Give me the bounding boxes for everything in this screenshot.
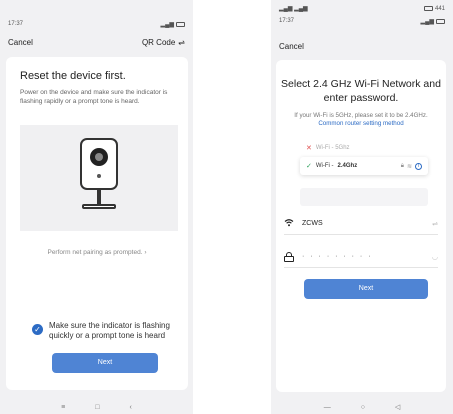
wifi-card: Select 2.4 GHz Wi-Fi Network and enter p… — [276, 60, 446, 392]
signal-icon: ▂▄▆ — [160, 22, 174, 28]
wifi-5g-row: ✕ Wi-Fi - 5Ghz — [306, 144, 350, 152]
camera-illustration — [20, 125, 178, 231]
wifi-description: If your Wi-Fi is 5GHz, please set it to … — [294, 112, 428, 127]
wifi-icon — [284, 218, 294, 229]
status-bar: 17:37 ▂▄▆ — [271, 18, 453, 25]
reset-description: Power on the device and make sure the in… — [20, 89, 168, 105]
hide-password-icon[interactable]: ◡ — [432, 253, 438, 261]
nav-bar: Cancel QR Code ⇌ — [0, 38, 193, 47]
wifi-name-input[interactable]: ZCWS — [302, 220, 323, 227]
system-nav-bar: — ○ ◁ — [271, 400, 453, 414]
battery-icon — [436, 19, 445, 24]
menu-icon[interactable]: ≡ — [61, 404, 65, 411]
info-icon: i — [415, 162, 422, 170]
battery-icon — [423, 6, 433, 11]
status-time: 17:37 — [8, 21, 24, 27]
signal-icon: ▂▄▆ ▂▄▆ — [279, 6, 308, 12]
status-top-right: 441 — [434, 5, 445, 12]
qr-code-mode-button[interactable]: QR Code ⇌ — [142, 38, 185, 47]
camera-icon — [80, 138, 118, 190]
page-title: Select 2.4 GHz Wi-Fi Network and enter p… — [281, 78, 441, 104]
password-input[interactable]: · · · · · · · · · — [302, 253, 373, 260]
next-button[interactable]: Next — [304, 279, 428, 299]
lock-small-icon: 🔒︎ — [400, 162, 404, 169]
net-pairing-link[interactable]: Perform net pairing as prompted. › — [6, 249, 188, 256]
password-field[interactable]: · · · · · · · · · ◡ — [284, 246, 438, 268]
cancel-button[interactable]: Cancel — [8, 38, 33, 47]
qr-code-label: QR Code — [141, 38, 176, 47]
reset-device-screen: 17:37 ▂▄▆ Cancel QR Code ⇌ Reset the dev… — [0, 0, 193, 414]
back-icon[interactable]: ◁ — [395, 403, 400, 411]
reset-card: Reset the device first. Power on the dev… — [6, 57, 188, 390]
cross-icon: ✕ — [306, 144, 312, 152]
check-icon: ✓ — [306, 163, 312, 170]
swap-icon: ⇌ — [178, 38, 185, 47]
status-bar: 17:37 ▂▄▆ — [0, 21, 193, 28]
lock-icon — [284, 251, 294, 262]
wifi-name-field[interactable]: ZCWS ⇌ — [284, 213, 438, 235]
home-icon[interactable]: ○ — [361, 404, 365, 411]
router-setting-link[interactable]: Common router setting method — [318, 120, 403, 127]
system-nav-bar: ≡ □ ‹ — [0, 400, 193, 414]
wifi-small-icon: ≋ — [406, 163, 412, 170]
battery-icon — [176, 22, 185, 27]
nav-bar: Cancel — [271, 42, 453, 51]
status-bar-top: ▂▄▆ ▂▄▆ 441 — [271, 5, 453, 13]
indicator-light — [97, 174, 101, 178]
home-icon[interactable]: □ — [95, 404, 99, 411]
confirm-checkbox-row[interactable]: ✓ Make sure the indicator is flashing qu… — [32, 321, 182, 341]
menu-icon[interactable]: — — [324, 404, 331, 411]
page-title: Reset the device first. — [20, 70, 126, 82]
next-button[interactable]: Next — [52, 353, 158, 373]
wifi-24g-row: ✓ Wi-Fi - 2.4Ghz 🔒︎ ≋ i — [300, 157, 428, 175]
checkbox-checked-icon[interactable]: ✓ — [32, 324, 43, 335]
chevron-right-icon: › — [144, 249, 147, 256]
signal-icon: ▂▄▆ — [420, 19, 434, 25]
cancel-button[interactable]: Cancel — [279, 42, 304, 51]
wifi-band-illustration: ✕ Wi-Fi - 5Ghz ✓ Wi-Fi - 2.4Ghz 🔒︎ ≋ i — [300, 140, 428, 206]
confirm-text: Make sure the indicator is flashing quic… — [49, 321, 170, 340]
status-icons: ▂▄▆ — [161, 21, 185, 28]
back-icon[interactable]: ‹ — [129, 404, 131, 411]
status-time: 17:37 — [279, 18, 295, 24]
swap-network-icon[interactable]: ⇌ — [432, 220, 438, 228]
wifi-setup-screen: ▂▄▆ ▂▄▆ 441 17:37 ▂▄▆ Cancel Select 2.4 … — [271, 0, 453, 414]
